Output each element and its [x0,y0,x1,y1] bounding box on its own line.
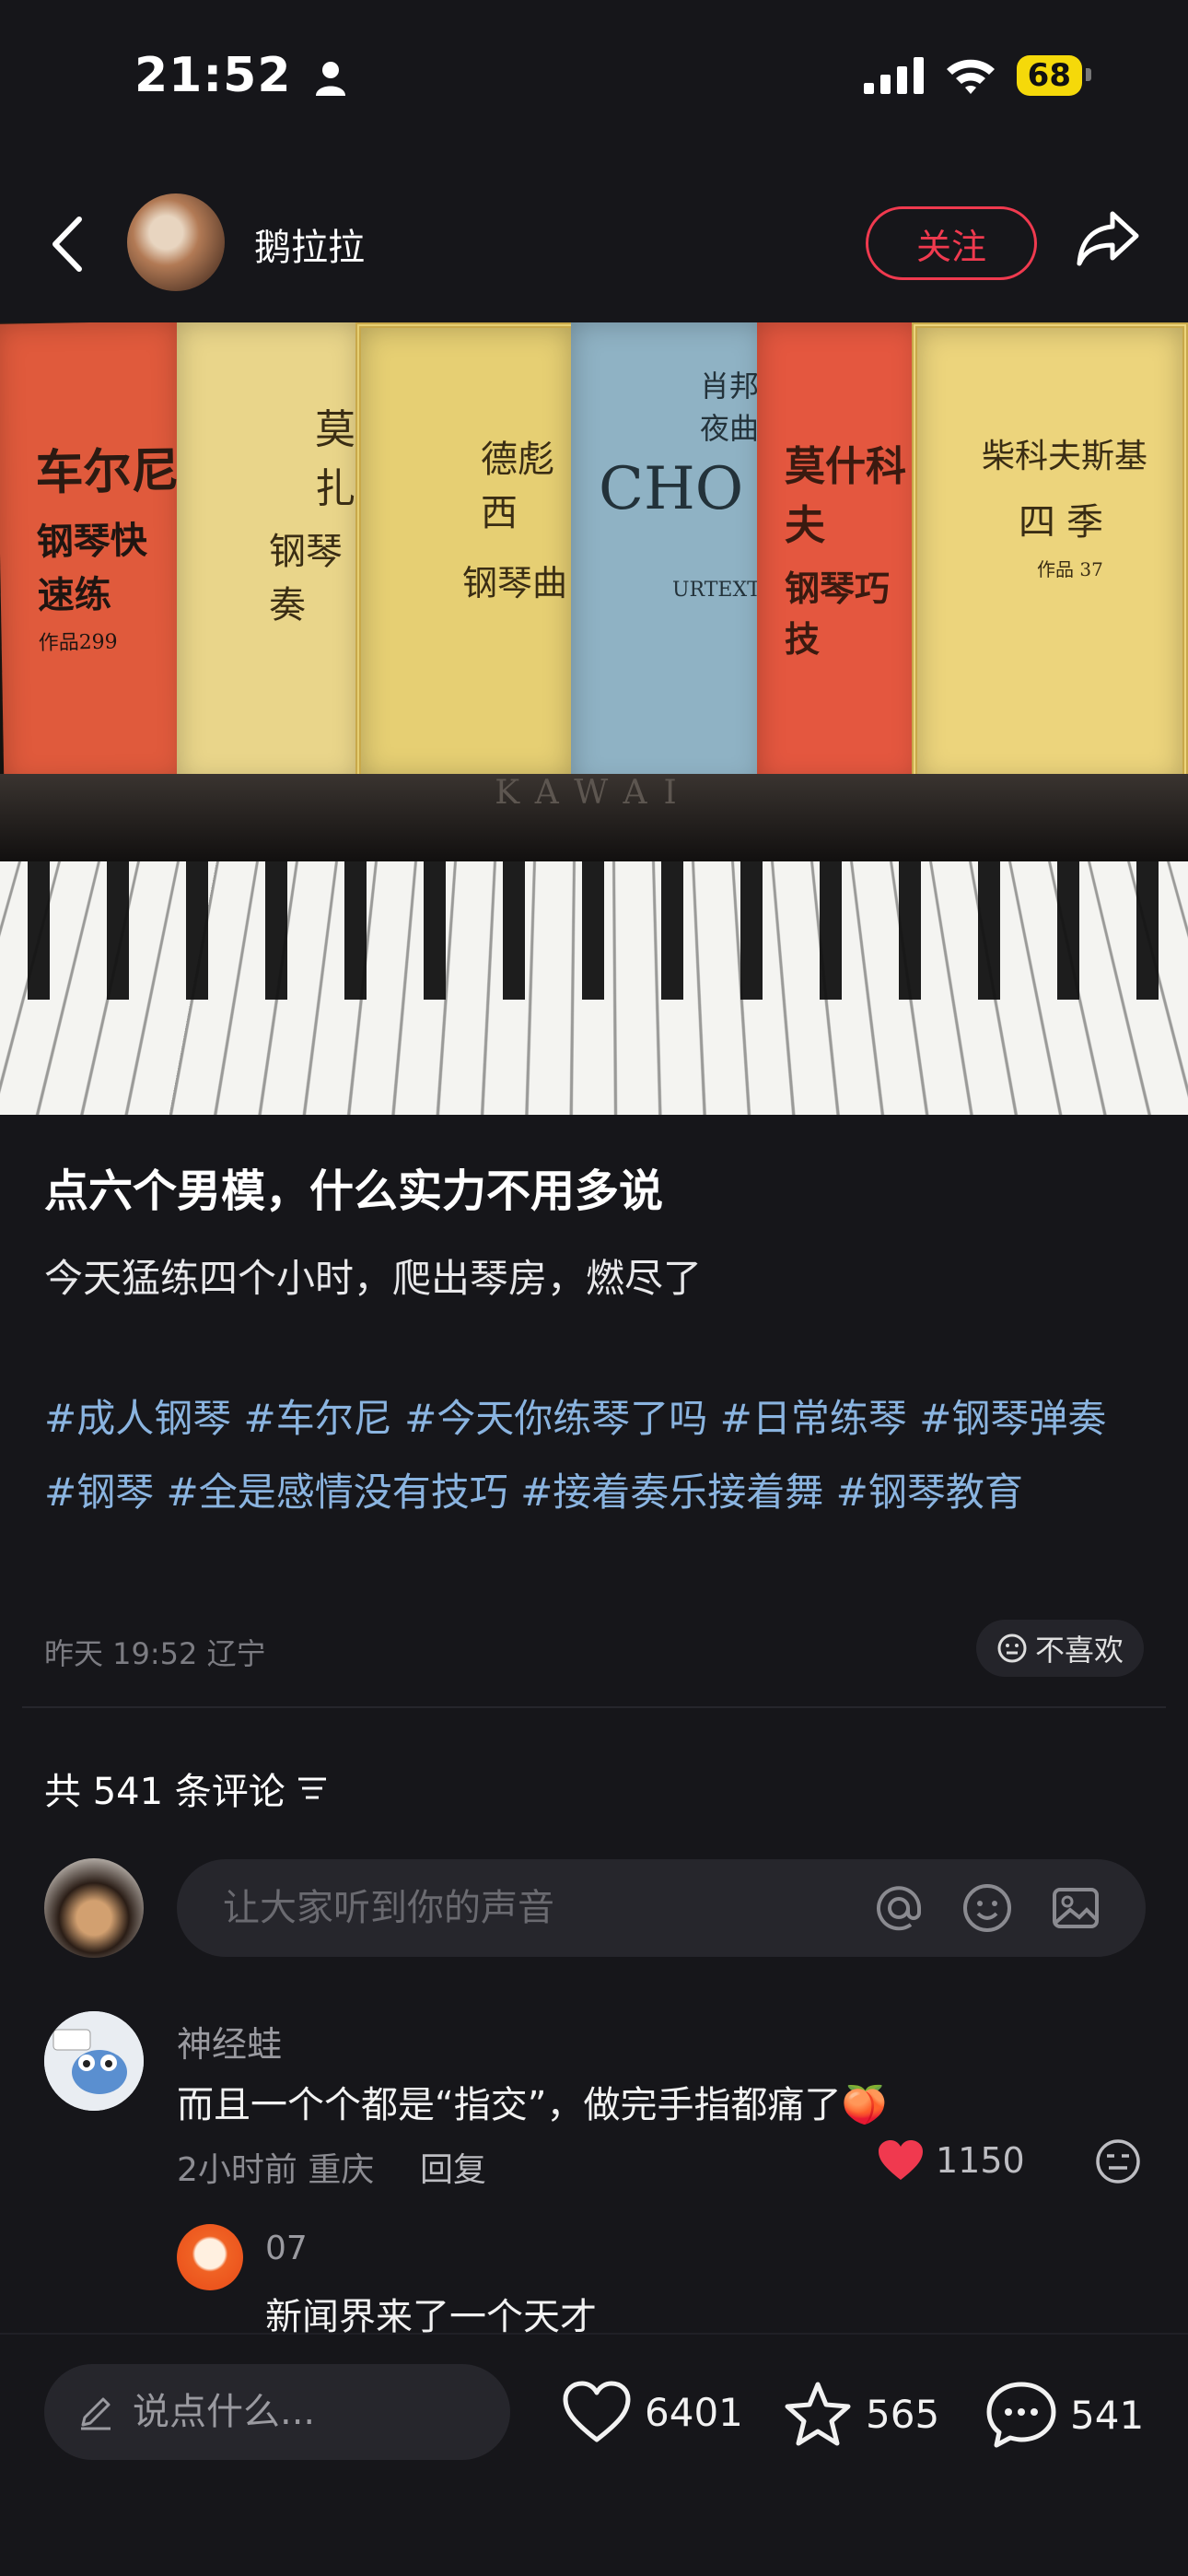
book-subtitle: 肖邦 夜曲 [700,369,760,446]
favorite-count: 565 [866,2391,940,2437]
dislike-label: 不喜欢 [1035,1633,1124,1668]
person-icon [315,62,345,96]
post-hashtags[interactable]: #成人钢琴 #车尔尼 #今天你练琴了吗 #日常练琴 #钢琴弹奏 #钢琴 #全是感… [44,1382,1149,1529]
dislike-button[interactable]: 不喜欢 [976,1620,1145,1677]
book-title: CHO [599,455,744,523]
status-time-text: 21:52 [134,48,292,103]
status-time: 21:52 [134,48,346,103]
status-icons: 68 [863,55,1092,96]
book-title: 车尔尼 [34,443,181,502]
reply-avatar[interactable] [177,2224,243,2290]
book-czerny: 车尔尼 钢琴快速练 作品299 [0,322,187,785]
book-chopin: 肖邦 夜曲 CHO URTEXT [571,322,764,788]
book-subtitle: 四季 [1019,501,1114,544]
comment-button[interactable]: 541 [985,2381,1144,2449]
star-icon [785,2382,851,2446]
pencil-icon [81,2397,111,2430]
book-extra: 作品299 [38,630,118,656]
book-title: 柴科夫斯基 [982,438,1148,475]
piano-black-keys [0,861,1188,1000]
divider [22,1706,1166,1708]
emoji-icon[interactable] [961,1882,1013,1934]
book-subtitle: 钢琴快速练 [36,519,148,618]
post-meta: 昨天 19:52 辽宁 [44,1636,266,1671]
book-extra: 作品 37 [1037,558,1103,580]
book-extra: URTEXT [672,579,761,602]
heart-icon [563,2381,631,2442]
favorite-button[interactable]: 565 [783,2381,939,2447]
frog-avatar-image [44,2011,144,2111]
share-icon[interactable] [1076,210,1140,267]
comment-like-count: 1150 [936,2140,1025,2181]
post-title: 点六个男模，什么实力不用多说 [44,1165,664,1217]
follow-button[interactable]: 关注 [866,206,1037,280]
like-count: 6401 [645,2389,743,2435]
like-button[interactable]: 6401 [562,2381,743,2443]
comment-input[interactable] [221,1886,873,1930]
reply-button[interactable]: 回复 [420,2143,486,2191]
meh-face-icon [997,1633,1027,1663]
book-subtitle: 钢琴曲 [462,563,568,603]
book-title: 莫扎 [315,406,355,512]
comment-count-label: 共 541 条评论 [44,1771,285,1813]
piano-brand: KAWAI [495,774,693,812]
post-image[interactable]: 车尔尼 钢琴快速练 作品299 莫扎 钢琴奏 德彪西 钢琴曲 肖邦 夜曲 CHO… [0,322,1188,1115]
comment-input-box[interactable] [177,1859,1146,1957]
book-title: 莫什科夫 [785,443,906,549]
book-debussy: 德彪西 钢琴曲 [355,322,577,783]
comment-username[interactable]: 神经蛙 [177,2016,282,2067]
comment-text: 而且一个个都是“指交”，做完手指都痛了🍑 [177,2084,888,2126]
comment-meta: 2小时前 重庆 [177,2151,375,2189]
book-mozart: 莫扎 钢琴奏 [177,322,361,783]
book-subtitle: 钢琴奏 [269,531,343,626]
signal-icon [863,57,924,94]
comment-like-button[interactable]: 1150 [877,2139,1025,2182]
book-title: 德彪西 [481,439,554,534]
book-tchaikovsky: 柴科夫斯基 四季 作品 37 [912,322,1188,788]
comment-count-bottom: 541 [1070,2392,1145,2438]
my-avatar [44,1858,144,1958]
wifi-icon [946,59,995,94]
comment-dislike-icon[interactable] [1094,2137,1142,2185]
author-avatar[interactable] [127,193,225,291]
battery-indicator: 68 [1016,55,1092,96]
mention-icon[interactable] [873,1882,925,1934]
back-icon[interactable] [50,216,87,273]
post-body: 今天猛练四个小时，爬出琴房，燃尽了 [44,1256,703,1301]
comment-count[interactable]: 共 541 条评论 [44,1762,328,1815]
author-name[interactable]: 鹅拉拉 [254,217,365,271]
image-icon[interactable] [1050,1882,1101,1934]
comment-avatar[interactable] [44,2011,144,2111]
book-subtitle: 钢琴巧技 [785,568,891,660]
heart-filled-icon [879,2140,923,2180]
piano-fallboard: KAWAI [0,774,1188,875]
say-input[interactable] [131,2390,503,2434]
sort-icon[interactable] [297,1775,328,1801]
chat-bubble-icon [986,2382,1056,2448]
reply-username[interactable]: 07 [265,2230,308,2267]
say-input-box[interactable] [44,2364,510,2460]
book-moszkowski: 莫什科夫 钢琴巧技 [757,322,921,783]
